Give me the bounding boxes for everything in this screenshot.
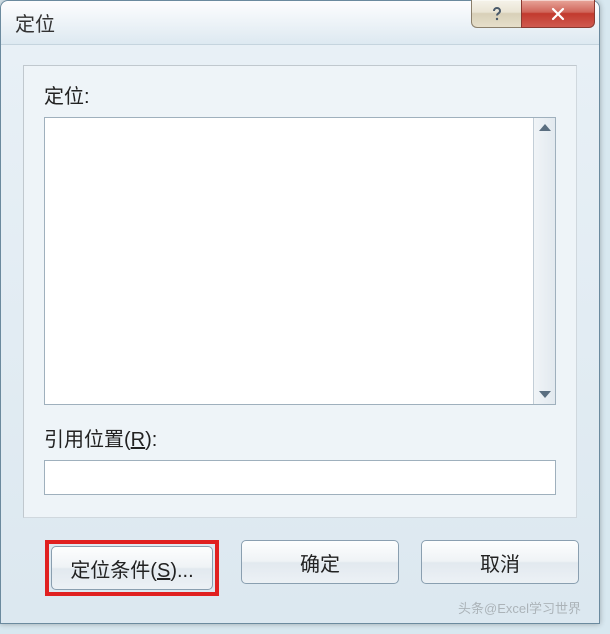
dialog-body: 定位: 引用位置(R): 定位条件(S)... 确定 取消 (1, 45, 599, 614)
goto-dialog: 定位 定位: 引用位置(R): (0, 0, 600, 624)
content-panel: 定位: 引用位置(R): (23, 65, 577, 518)
ok-button[interactable]: 确定 (241, 540, 399, 584)
reference-label: 引用位置(R): (44, 423, 556, 452)
help-icon (489, 6, 505, 22)
button-row: 定位条件(S)... 确定 取消 (23, 518, 577, 596)
help-button[interactable] (471, 0, 521, 28)
goto-listbox[interactable] (44, 117, 556, 405)
titlebar-buttons (471, 0, 595, 28)
reference-input[interactable] (44, 460, 556, 495)
dialog-title: 定位 (15, 8, 55, 37)
close-button[interactable] (521, 0, 595, 28)
highlight-special: 定位条件(S)... (45, 540, 219, 596)
listbox-content (45, 118, 533, 404)
goto-label: 定位: (44, 80, 556, 109)
scroll-down-icon[interactable] (539, 391, 551, 398)
titlebar[interactable]: 定位 (1, 1, 599, 45)
scrollbar[interactable] (533, 118, 555, 404)
cancel-button[interactable]: 取消 (421, 540, 579, 584)
special-button[interactable]: 定位条件(S)... (51, 546, 213, 590)
close-icon (549, 7, 567, 21)
scroll-up-icon[interactable] (539, 124, 551, 131)
